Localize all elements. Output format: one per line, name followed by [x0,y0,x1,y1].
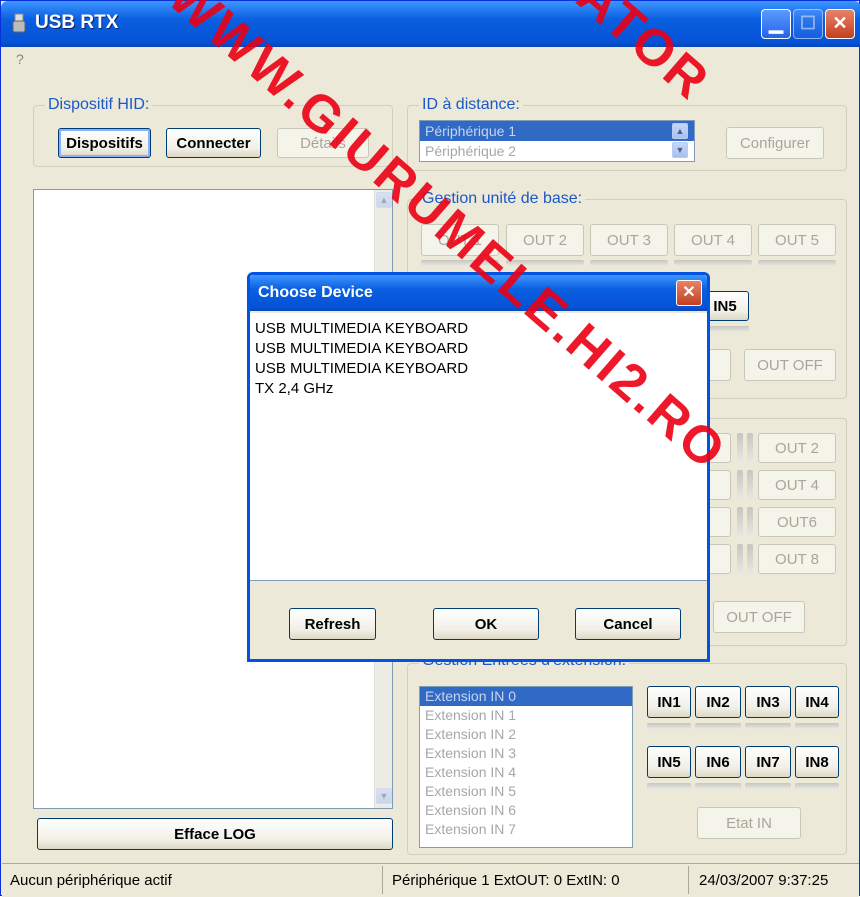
ext-out-8-button[interactable]: OUT 8 [758,544,836,574]
ext-in-item[interactable]: Extension IN 4 [420,763,632,782]
in3-indicator [745,723,791,729]
remote-label: ID à distance: [419,96,523,114]
maximize-icon[interactable]: ☐ [793,9,823,39]
in7-button[interactable]: IN7 [745,746,791,778]
base-out-1-button[interactable]: OUT 1 [421,224,499,256]
ok-button[interactable]: OK [433,608,539,640]
in1-button[interactable]: IN1 [647,686,691,718]
menu-bar: ? [2,47,859,73]
in2-indicator [695,723,741,729]
remote-item[interactable]: Périphérique 2 [420,141,694,161]
ext-in-item[interactable]: Extension IN 7 [420,820,632,839]
scroll-up-icon[interactable]: ▲ [376,192,392,208]
ext-in-item[interactable]: Extension IN 1 [420,706,632,725]
base-out-2-indicator [506,260,584,266]
base-out-3-indicator [590,260,668,266]
in1-indicator [647,723,691,729]
device-item[interactable]: TX 2,4 GHz [255,379,707,399]
in6-indicator [695,783,741,789]
status-divider [688,866,689,894]
ext-in-list[interactable]: Extension IN 0 Extension IN 1 Extension … [419,686,633,848]
base-out-4-indicator [674,260,752,266]
connect-button[interactable]: Connecter [166,128,261,158]
details-button[interactable]: Détails [277,128,369,158]
ext-out-4-indicator [747,470,753,500]
dialog-title-bar[interactable]: Choose Device ✕ [250,275,707,311]
ext-in-item[interactable]: Extension IN 5 [420,782,632,801]
close-icon[interactable]: ✕ [825,9,855,39]
etat-in-button[interactable]: Etat IN [697,807,801,839]
base-out-5-indicator [758,260,836,266]
devices-button[interactable]: Dispositifs [58,128,151,158]
choose-device-dialog: Choose Device ✕ USB MULTIMEDIA KEYBOARD … [247,272,710,662]
status-mid: Périphérique 1 ExtOUT: 0 ExtIN: 0 [392,872,620,889]
usb-icon [12,13,26,33]
device-item[interactable]: USB MULTIMEDIA KEYBOARD [255,319,707,339]
in6-button[interactable]: IN6 [695,746,741,778]
status-divider [382,866,383,894]
in3-button[interactable]: IN3 [745,686,791,718]
base-label: Gestion unité de base: [419,190,586,208]
base-out-5-button[interactable]: OUT 5 [758,224,836,256]
in8-button[interactable]: IN8 [795,746,839,778]
hid-label: Dispositif HID: [45,96,153,114]
base-out-off-button[interactable]: OUT OFF [744,349,836,381]
ext-out-1-indicator [737,433,743,463]
in4-indicator [795,723,839,729]
menu-help[interactable]: ? [16,51,24,67]
configure-button[interactable]: Configurer [726,127,824,159]
scroll-down-icon[interactable]: ▼ [376,788,392,804]
device-item[interactable]: USB MULTIMEDIA KEYBOARD [255,339,707,359]
ext-out-3-indicator [737,470,743,500]
ext-out-8-indicator [747,544,753,574]
ext-out-2-button[interactable]: OUT 2 [758,433,836,463]
device-item[interactable]: USB MULTIMEDIA KEYBOARD [255,359,707,379]
base-out-3-button[interactable]: OUT 3 [590,224,668,256]
ext-out-2-indicator [747,433,753,463]
spin-down-icon[interactable]: ▼ [672,142,688,158]
device-list[interactable]: USB MULTIMEDIA KEYBOARD USB MULTIMEDIA K… [250,313,707,581]
ext-in-item[interactable]: Extension IN 2 [420,725,632,744]
ext-out-5-indicator [737,507,743,537]
in5-indicator [647,783,691,789]
ext-out-4-button[interactable]: OUT 4 [758,470,836,500]
ext-out-6-button[interactable]: OUT6 [758,507,836,537]
dialog-title: Choose Device [258,284,373,301]
remote-item[interactable]: Périphérique 1 [420,121,694,141]
remote-list[interactable]: Périphérique 1 Périphérique 2 ▲ ▼ [419,120,695,162]
ext-out-6-indicator [747,507,753,537]
refresh-button[interactable]: Refresh [289,608,376,640]
in4-button[interactable]: IN4 [795,686,839,718]
ext-out-7-indicator [737,544,743,574]
status-left: Aucun périphérique actif [10,872,172,889]
title-bar[interactable]: USB RTX ▁ ☐ ✕ [1,1,860,47]
dialog-close-icon[interactable]: ✕ [676,280,702,306]
in8-indicator [795,783,839,789]
ext-out-off-button[interactable]: OUT OFF [713,601,805,633]
window-title: USB RTX [35,12,119,33]
ext-in-item[interactable]: Extension IN 3 [420,744,632,763]
status-bar: Aucun périphérique actif Périphérique 1 … [2,863,859,897]
in2-button[interactable]: IN2 [695,686,741,718]
ext-in-item[interactable]: Extension IN 6 [420,801,632,820]
clear-log-button[interactable]: Efface LOG [37,818,393,850]
minimize-icon[interactable]: ▁ [761,9,791,39]
base-out-2-button[interactable]: OUT 2 [506,224,584,256]
status-time: 24/03/2007 9:37:25 [699,872,829,889]
spin-up-icon[interactable]: ▲ [672,123,688,139]
in7-indicator [745,783,791,789]
in5-button[interactable]: IN5 [647,746,691,778]
base-out-1-indicator [421,260,499,266]
cancel-button[interactable]: Cancel [575,608,681,640]
ext-in-item[interactable]: Extension IN 0 [420,687,632,706]
base-out-4-button[interactable]: OUT 4 [674,224,752,256]
